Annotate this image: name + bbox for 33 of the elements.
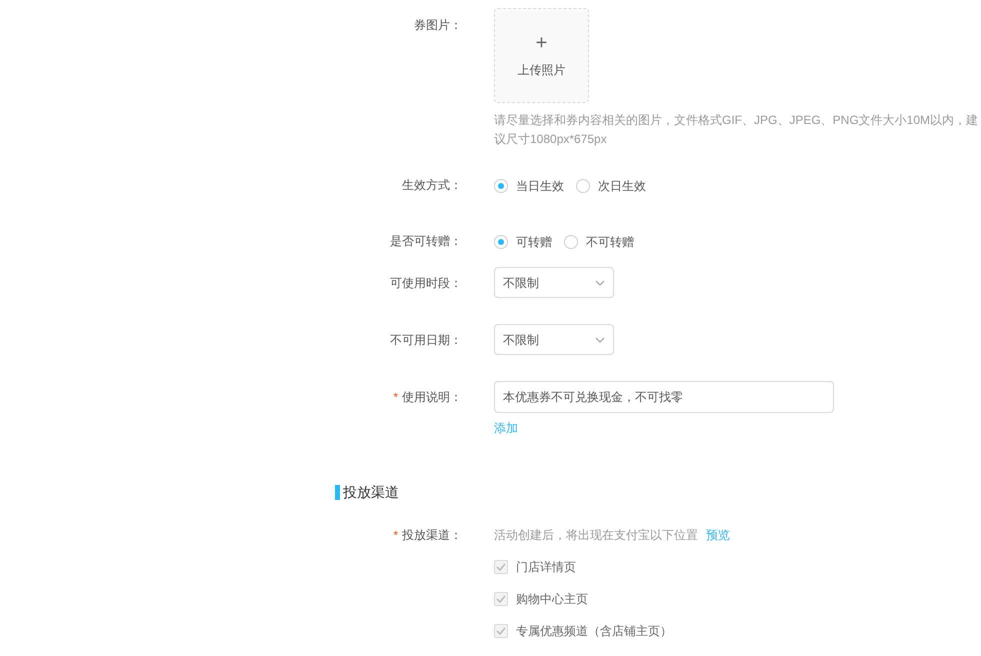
check-icon [496, 563, 506, 571]
radio-button[interactable] [576, 179, 590, 193]
field-label: 不可用日期： [390, 332, 462, 348]
check-icon [496, 627, 506, 635]
radio-label: 可转赠 [516, 234, 552, 251]
section-title: 投放渠道 [343, 483, 399, 502]
radio-label: 次日生效 [598, 178, 646, 195]
select-dropdown[interactable]: 不限制 [494, 267, 614, 298]
field-label: 是否可转赠： [390, 233, 462, 250]
upload-box[interactable]: + 上传照片 [494, 8, 589, 103]
check-icon [496, 595, 506, 603]
field-label: 可使用时段： [390, 274, 462, 292]
field-label: 券图片： [414, 17, 462, 34]
chevron-down-icon [595, 336, 605, 342]
hint-text: 请尽量选择和券内容相关的图片，文件格式GIF、JPG、JPEG、PNG文件大小10M以内，建议尺寸1080px*675px [494, 112, 979, 148]
required-mark: * [393, 527, 398, 544]
checkbox-label: 购物中心主页 [516, 591, 588, 608]
description-text: 活动创建后，将出现在支付宝以下位置 [494, 527, 698, 544]
input-field[interactable]: 本优惠券不可兑换现金，不可找零 [494, 381, 834, 413]
field-label: 使用说明： [402, 389, 462, 406]
section-marker [335, 485, 340, 500]
required-mark: * [393, 389, 398, 406]
field-label: 生效方式： [402, 177, 462, 194]
radio-button[interactable] [564, 235, 578, 249]
radio-button[interactable] [494, 235, 508, 249]
checkbox-label: 专属优惠频道（含店铺主页） [516, 623, 672, 640]
select-dropdown[interactable]: 不限制 [494, 324, 614, 355]
chevron-down-icon [595, 280, 605, 286]
radio-label: 当日生效 [516, 178, 564, 195]
radio-label: 不可转赠 [586, 234, 634, 251]
field-label: 投放渠道： [402, 527, 462, 544]
checkbox-label: 门店详情页 [516, 559, 576, 576]
radio-button[interactable] [494, 179, 508, 193]
